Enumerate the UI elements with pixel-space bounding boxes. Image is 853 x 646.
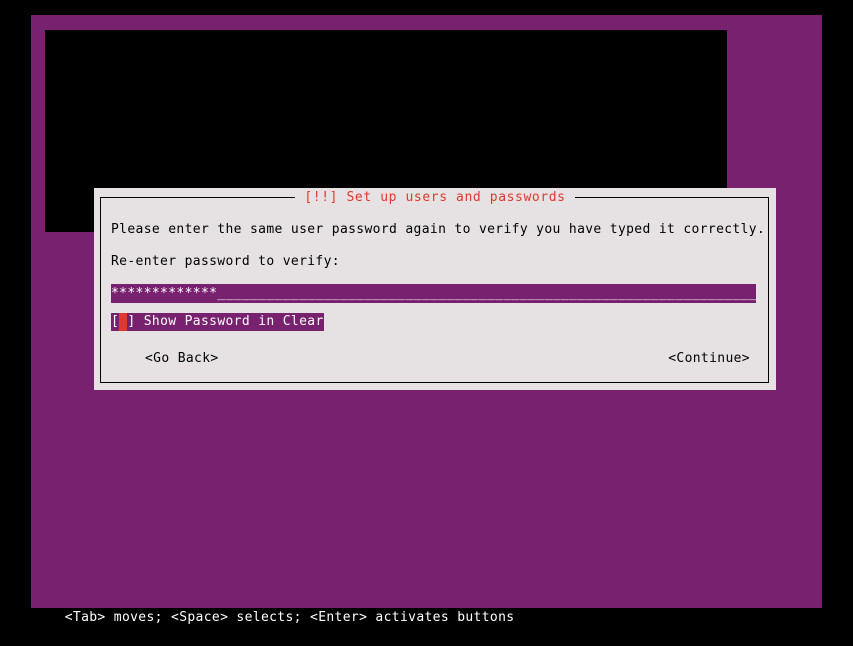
dialog-titlebar: [!!] Set up users and passwords: [94, 190, 776, 206]
dialog-button-row: <Go Back> <Continue>: [101, 350, 768, 368]
show-password-checkbox[interactable]: [ ] Show Password in Clear: [111, 313, 324, 331]
installer-dialog: [!!] Set up users and passwords Please e…: [94, 188, 776, 390]
password-prompt-label: Re-enter password to verify:: [111, 254, 340, 269]
password-field-filler: ________________________________________…: [217, 286, 756, 301]
checkbox-close-bracket: ]: [127, 314, 136, 329]
status-bar: <Tab> moves; <Space> selects; <Enter> ac…: [31, 589, 822, 625]
go-back-button[interactable]: <Go Back>: [145, 350, 219, 368]
dialog-body: Please enter the same user password agai…: [101, 198, 768, 382]
show-password-label: Show Password in Clear: [135, 314, 324, 329]
continue-button[interactable]: <Continue>: [668, 350, 750, 368]
checkbox-open-bracket: [: [111, 314, 120, 329]
status-bar-text: <Tab> moves; <Space> selects; <Enter> ac…: [64, 610, 515, 625]
dialog-title: [!!] Set up users and passwords: [295, 190, 575, 206]
password-masked-value: *************: [111, 286, 218, 301]
password-input[interactable]: *************___________________________…: [111, 284, 756, 303]
terminal-canvas: [!!] Set up users and passwords Please e…: [31, 15, 822, 608]
screen: [!!] Set up users and passwords Please e…: [0, 0, 853, 631]
intro-text: Please enter the same user password agai…: [111, 222, 766, 237]
